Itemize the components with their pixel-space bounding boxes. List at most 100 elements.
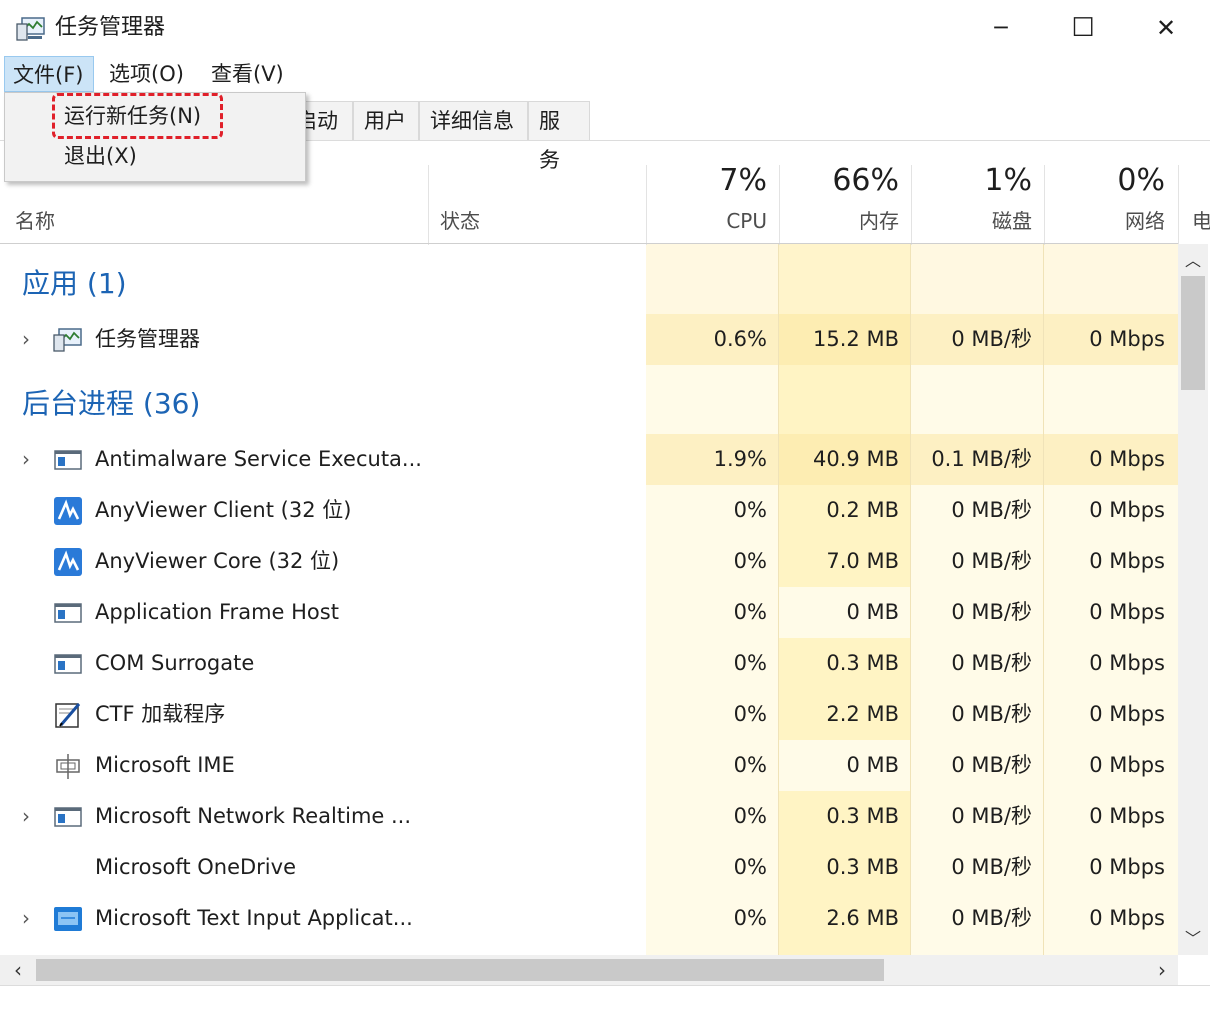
memory-value: 7.0 MB	[826, 549, 899, 573]
column-separator	[1178, 165, 1179, 245]
task-manager-icon	[16, 17, 45, 41]
expand-chevron-icon[interactable]: ›	[18, 791, 34, 842]
cpu-value: 0%	[733, 651, 767, 675]
memory-value: 0 MB	[846, 600, 899, 624]
process-name: Microsoft OneDrive	[95, 855, 296, 879]
process-row[interactable]: COM Surrogate 0% 0.3 MB 0 MB/秒 0 Mbps	[0, 638, 1178, 689]
scroll-left-icon[interactable]: ‹	[6, 957, 30, 983]
memory-value: 0.3 MB	[826, 651, 899, 675]
tab-details[interactable]: 详细信息	[419, 101, 528, 140]
column-separator	[778, 244, 779, 955]
expand-chevron-icon[interactable]: ›	[18, 314, 34, 365]
process-row[interactable]: CTF 加载程序 0% 2.2 MB 0 MB/秒 0 Mbps	[0, 689, 1178, 740]
disk-value: 0 MB/秒	[951, 753, 1032, 777]
column-header-status[interactable]: 状态	[440, 207, 480, 235]
cpu-value: 0%	[733, 498, 767, 522]
vertical-scroll-thumb[interactable]	[1181, 276, 1205, 390]
network-total[interactable]: 0%	[1044, 163, 1165, 199]
network-value: 0 Mbps	[1089, 906, 1165, 930]
process-row[interactable]: › Microsoft Text Input Applicat... 0% 2.…	[0, 893, 1178, 944]
process-row[interactable]: › 任务管理器 0.6% 15.2 MB 0 MB/秒 0 Mbps	[0, 314, 1178, 365]
window-app-icon	[54, 654, 82, 674]
disk-value: 0 MB/秒	[951, 498, 1032, 522]
scroll-right-icon[interactable]: ›	[1150, 957, 1174, 983]
cpu-value: 0.6%	[713, 327, 767, 351]
process-name: Microsoft IME	[95, 753, 235, 777]
network-value: 0 Mbps	[1089, 549, 1165, 573]
scroll-down-icon[interactable]: ﹀	[1180, 926, 1206, 952]
expand-chevron-icon[interactable]: ›	[18, 893, 34, 944]
menu-options[interactable]: 选项(O)	[101, 56, 192, 92]
process-row[interactable]: Microsoft OneDrive 0% 0.3 MB 0 MB/秒 0 Mb…	[0, 842, 1178, 893]
close-button[interactable]: ✕	[1138, 8, 1194, 48]
window-title: 任务管理器	[55, 15, 166, 40]
process-name: Antimalware Service Executa...	[95, 447, 422, 471]
disk-value: 0 MB/秒	[951, 804, 1032, 828]
network-value: 0 Mbps	[1089, 327, 1165, 351]
cpu-value: 0%	[733, 702, 767, 726]
menu-item-exit[interactable]: 退出(X)	[64, 141, 137, 171]
network-value: 0 Mbps	[1089, 753, 1165, 777]
task-manager-icon	[53, 328, 82, 352]
network-value: 0 Mbps	[1089, 498, 1165, 522]
column-separator	[428, 165, 429, 245]
process-row[interactable]: Application Frame Host 0% 0 MB 0 MB/秒 0 …	[0, 587, 1178, 638]
process-name: AnyViewer Client (32 位)	[95, 498, 352, 522]
cpu-value: 0%	[733, 906, 767, 930]
process-row[interactable]: AnyViewer Core (32 位) 0% 7.0 MB 0 MB/秒 0…	[0, 536, 1178, 587]
cpu-value: 0%	[733, 600, 767, 624]
process-row[interactable]: AnyViewer Client (32 位) 0% 0.2 MB 0 MB/秒…	[0, 485, 1178, 536]
column-header-memory[interactable]: 内存	[779, 207, 899, 235]
cpu-value: 0%	[733, 753, 767, 777]
memory-value: 15.2 MB	[813, 327, 899, 351]
process-name: CTF 加载程序	[95, 702, 226, 726]
memory-total[interactable]: 66%	[779, 163, 899, 199]
tab-services[interactable]: 服务	[528, 101, 590, 172]
menu-file[interactable]: 文件(F)	[4, 56, 94, 92]
text-input-icon	[54, 907, 82, 931]
window-app-icon	[54, 450, 82, 470]
disk-value: 0.1 MB/秒	[931, 447, 1032, 471]
maximize-button[interactable]: ☐	[1055, 8, 1111, 48]
disk-value: 0 MB/秒	[951, 600, 1032, 624]
process-name: COM Surrogate	[95, 651, 255, 675]
tab-users[interactable]: 用户	[353, 101, 419, 140]
horizontal-scroll-thumb[interactable]	[36, 959, 884, 981]
disk-value: 0 MB/秒	[951, 906, 1032, 930]
process-row[interactable]: › Antimalware Service Executa... 1.9% 40…	[0, 434, 1178, 485]
network-value: 0 Mbps	[1089, 447, 1165, 471]
process-name: Application Frame Host	[95, 600, 339, 624]
column-header-cpu[interactable]: CPU	[646, 207, 767, 235]
memory-value: 0.2 MB	[826, 498, 899, 522]
cpu-value: 0%	[733, 549, 767, 573]
process-row[interactable]: Microsoft IME 0% 0 MB 0 MB/秒 0 Mbps	[0, 740, 1178, 791]
memory-value: 2.6 MB	[826, 906, 899, 930]
network-value: 0 Mbps	[1089, 600, 1165, 624]
group-title-apps: 应用 (1)	[22, 267, 127, 300]
menu-view[interactable]: 查看(V)	[203, 56, 292, 92]
memory-value: 0 MB	[846, 753, 899, 777]
network-value: 0 Mbps	[1089, 804, 1165, 828]
process-name: AnyViewer Core (32 位)	[95, 549, 340, 573]
column-header-power[interactable]: 电	[1192, 207, 1210, 235]
cpu-value: 1.9%	[713, 447, 767, 471]
column-header-name[interactable]: 名称	[15, 207, 55, 235]
disk-total[interactable]: 1%	[911, 163, 1032, 199]
disk-value: 0 MB/秒	[951, 855, 1032, 879]
disk-value: 0 MB/秒	[951, 702, 1032, 726]
column-header-disk[interactable]: 磁盘	[911, 207, 1032, 235]
cpu-value: 0%	[733, 855, 767, 879]
memory-value: 2.2 MB	[826, 702, 899, 726]
column-separator	[1043, 244, 1044, 955]
expand-chevron-icon[interactable]: ›	[18, 434, 34, 485]
column-separator	[910, 244, 911, 955]
minimize-button[interactable]: ─	[973, 8, 1029, 48]
group-title-background: 后台进程 (36)	[22, 387, 201, 420]
window-app-icon	[54, 603, 82, 623]
process-row[interactable]: › Microsoft Network Realtime ... 0% 0.3 …	[0, 791, 1178, 842]
cpu-total[interactable]: 7%	[646, 163, 767, 199]
cpu-value: 0%	[733, 804, 767, 828]
column-header-network[interactable]: 网络	[1044, 207, 1165, 235]
scroll-up-icon[interactable]: ︿	[1180, 248, 1206, 274]
network-value: 0 Mbps	[1089, 651, 1165, 675]
